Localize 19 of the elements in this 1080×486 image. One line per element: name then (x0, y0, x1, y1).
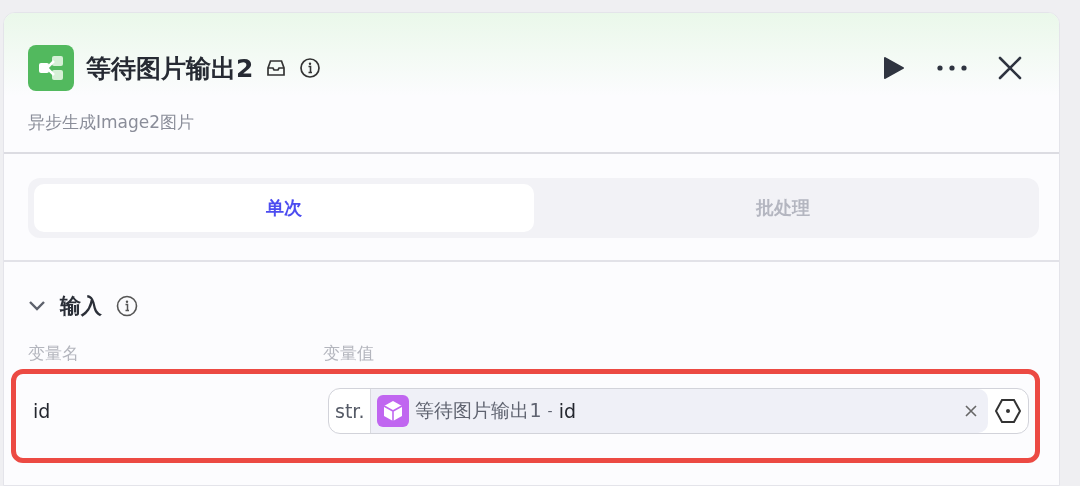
info-icon[interactable] (299, 57, 322, 79)
more-icon[interactable] (937, 65, 967, 71)
variable-value-field[interactable]: str. 等待图片输出1 - id (328, 388, 1029, 434)
variable-name: id (33, 400, 52, 422)
separator: - (547, 403, 553, 419)
column-header: 变量名 (28, 342, 80, 365)
mode-tab[interactable]: 单次 (34, 184, 534, 232)
column-header: 变量值 (323, 342, 375, 365)
node-description: 异步生成Image2图片 (28, 111, 196, 134)
node-icon (28, 45, 74, 91)
info-icon[interactable] (116, 295, 138, 317)
output-field: id (558, 400, 576, 422)
source-label: 等待图片输出1 (415, 398, 542, 423)
cube-icon (377, 395, 410, 427)
section-title: 输入 (60, 293, 102, 320)
node-title: 等待图片输出2 (86, 52, 254, 85)
variable-icon[interactable] (994, 398, 1022, 424)
chevron-icon[interactable] (28, 300, 46, 312)
inbox-icon[interactable] (265, 57, 288, 79)
